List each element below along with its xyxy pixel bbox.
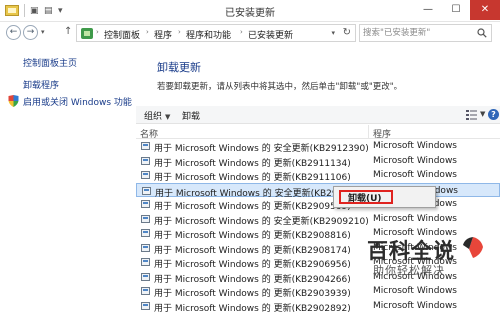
- update-name: 用于 Microsoft Windows 的 安全更新(KB2909210): [154, 216, 369, 227]
- watermark-logo-icon: [463, 237, 483, 258]
- chevron-down-icon: ▼: [165, 113, 171, 121]
- sidebar-link-windows-features[interactable]: 启用或关闭 Windows 功能: [23, 95, 132, 108]
- uninstall-button[interactable]: 卸载: [182, 109, 200, 122]
- chevron-right-icon[interactable]: ›: [96, 28, 99, 36]
- update-name: 用于 Microsoft Windows 的 更新(KB2908174): [154, 245, 351, 256]
- breadcrumb-installed-updates[interactable]: 已安装更新: [248, 28, 293, 41]
- close-button[interactable]: ✕: [470, 0, 500, 20]
- update-program: Microsoft Windows: [373, 170, 457, 180]
- update-program: Microsoft Windows: [373, 286, 457, 296]
- update-icon: [141, 214, 150, 223]
- control-panel-icon: [81, 28, 93, 39]
- table-row[interactable]: 用于 Microsoft Windows 的 更新(KB2909569) Mic…: [136, 197, 500, 212]
- recent-locations-chevron-icon[interactable]: ▾: [41, 28, 45, 36]
- context-menu: 卸载(U): [333, 186, 436, 208]
- table-row-selected[interactable]: 用于 Microsoft Windows 的 安全更新(KB2909921) M…: [136, 182, 500, 199]
- update-name: 用于 Microsoft Windows 的 安全更新(KB2912390): [154, 144, 369, 154]
- breadcrumb-programs[interactable]: 程序: [154, 28, 172, 41]
- organize-button[interactable]: 组织 ▼: [144, 109, 170, 122]
- sidebar-link-uninstall-program[interactable]: 卸载程序: [23, 78, 59, 91]
- address-bar: ← → ▾ ↑ › 控制面板 › 程序 › 程序和功能 › 已安装更新 ▾ ↻: [0, 22, 500, 44]
- search-box[interactable]: [359, 24, 492, 42]
- update-name: 用于 Microsoft Windows 的 更新(KB2903939): [154, 289, 351, 299]
- watermark: 百科全说 助你轻松解决: [367, 235, 497, 283]
- view-dropdown-icon[interactable]: ▼: [480, 110, 485, 118]
- context-menu-uninstall[interactable]: 卸载(U): [348, 191, 382, 204]
- shield-icon: [8, 95, 19, 107]
- update-icon: [141, 156, 150, 165]
- chevron-right-icon[interactable]: ›: [178, 28, 181, 36]
- update-icon: [141, 171, 150, 179]
- address-dropdown-icon[interactable]: ▾: [331, 29, 335, 37]
- title-bar: ▣ ▤ ▾ 已安装更新 — ☐ ✕: [0, 0, 500, 22]
- update-icon: [141, 200, 150, 208]
- sidebar: 控制面板主页 卸载程序 启用或关闭 Windows 功能: [0, 44, 135, 312]
- update-name: 用于 Microsoft Windows 的 更新(KB2911106): [154, 173, 351, 183]
- update-icon: [141, 229, 150, 237]
- update-program: Microsoft Windows: [373, 213, 457, 224]
- update-icon: [141, 287, 150, 295]
- table-row[interactable]: 用于 Microsoft Windows 的 安全更新(KB2912390) M…: [136, 139, 500, 154]
- up-arrow-icon[interactable]: ↑: [64, 26, 72, 37]
- update-name: 用于 Microsoft Windows 的 更新(KB2902892): [154, 303, 351, 312]
- search-icon[interactable]: [477, 28, 487, 38]
- help-icon[interactable]: ?: [488, 109, 499, 120]
- address-path[interactable]: › 控制面板 › 程序 › 程序和功能 › 已安装更新 ▾ ↻: [76, 24, 356, 42]
- maximize-button[interactable]: ☐: [442, 0, 470, 20]
- table-row[interactable]: 用于 Microsoft Windows 的 更新(KB2911106) Mic…: [136, 168, 500, 183]
- page-description: 若要卸载更新，请从列表中将其选中，然后单击"卸载"或"更改"。: [157, 82, 403, 92]
- back-arrow-icon[interactable]: ←: [6, 25, 21, 40]
- updates-list: 用于 Microsoft Windows 的 安全更新(KB2912390) M…: [136, 139, 500, 312]
- search-input[interactable]: [363, 27, 473, 39]
- watermark-subtitle: 助你轻松解决: [373, 264, 445, 277]
- refresh-icon[interactable]: ↻: [343, 27, 351, 38]
- minimize-button[interactable]: —: [414, 0, 442, 20]
- update-name: 用于 Microsoft Windows 的 更新(KB2911134): [154, 158, 351, 169]
- page-title: 卸载更新: [157, 61, 201, 74]
- watermark-title: 百科全说: [367, 239, 455, 263]
- update-name: 用于 Microsoft Windows 的 更新(KB2904266): [154, 274, 351, 285]
- update-icon: [141, 243, 150, 252]
- update-icon: [142, 186, 151, 195]
- update-program: Microsoft Windows: [373, 141, 457, 151]
- sidebar-link-control-panel-home[interactable]: 控制面板主页: [23, 56, 77, 69]
- chevron-right-icon[interactable]: ›: [240, 28, 243, 36]
- forward-arrow-icon[interactable]: →: [23, 25, 38, 40]
- breadcrumb-programs-features[interactable]: 程序和功能: [186, 28, 231, 41]
- update-icon: [141, 142, 150, 150]
- breadcrumb-control-panel[interactable]: 控制面板: [104, 28, 140, 41]
- chevron-right-icon[interactable]: ›: [146, 28, 149, 36]
- organize-label: 组织: [144, 112, 163, 122]
- table-row[interactable]: 用于 Microsoft Windows 的 安全更新(KB2909210) M…: [136, 212, 500, 227]
- table-row[interactable]: 用于 Microsoft Windows 的 更新(KB2903939) Mic…: [136, 284, 500, 299]
- update-name: 用于 Microsoft Windows 的 更新(KB2909569): [154, 202, 351, 212]
- update-name: 用于 Microsoft Windows 的 更新(KB2908816): [154, 231, 351, 241]
- view-options-icon[interactable]: [466, 110, 477, 120]
- column-headers: 名称 程序: [136, 125, 500, 140]
- update-program: Microsoft Windows: [373, 300, 457, 311]
- update-program: Microsoft Windows: [373, 155, 457, 166]
- update-icon: [141, 301, 150, 310]
- update-name: 用于 Microsoft Windows 的 更新(KB2906956): [154, 260, 351, 270]
- command-toolbar: 组织 ▼ 卸载 ▼ ?: [136, 106, 500, 124]
- table-row[interactable]: 用于 Microsoft Windows 的 更新(KB2902892) Mic…: [136, 299, 500, 312]
- update-icon: [141, 258, 150, 266]
- update-icon: [141, 272, 150, 281]
- table-row[interactable]: 用于 Microsoft Windows 的 更新(KB2911134) Mic…: [136, 154, 500, 169]
- column-divider[interactable]: [368, 125, 369, 139]
